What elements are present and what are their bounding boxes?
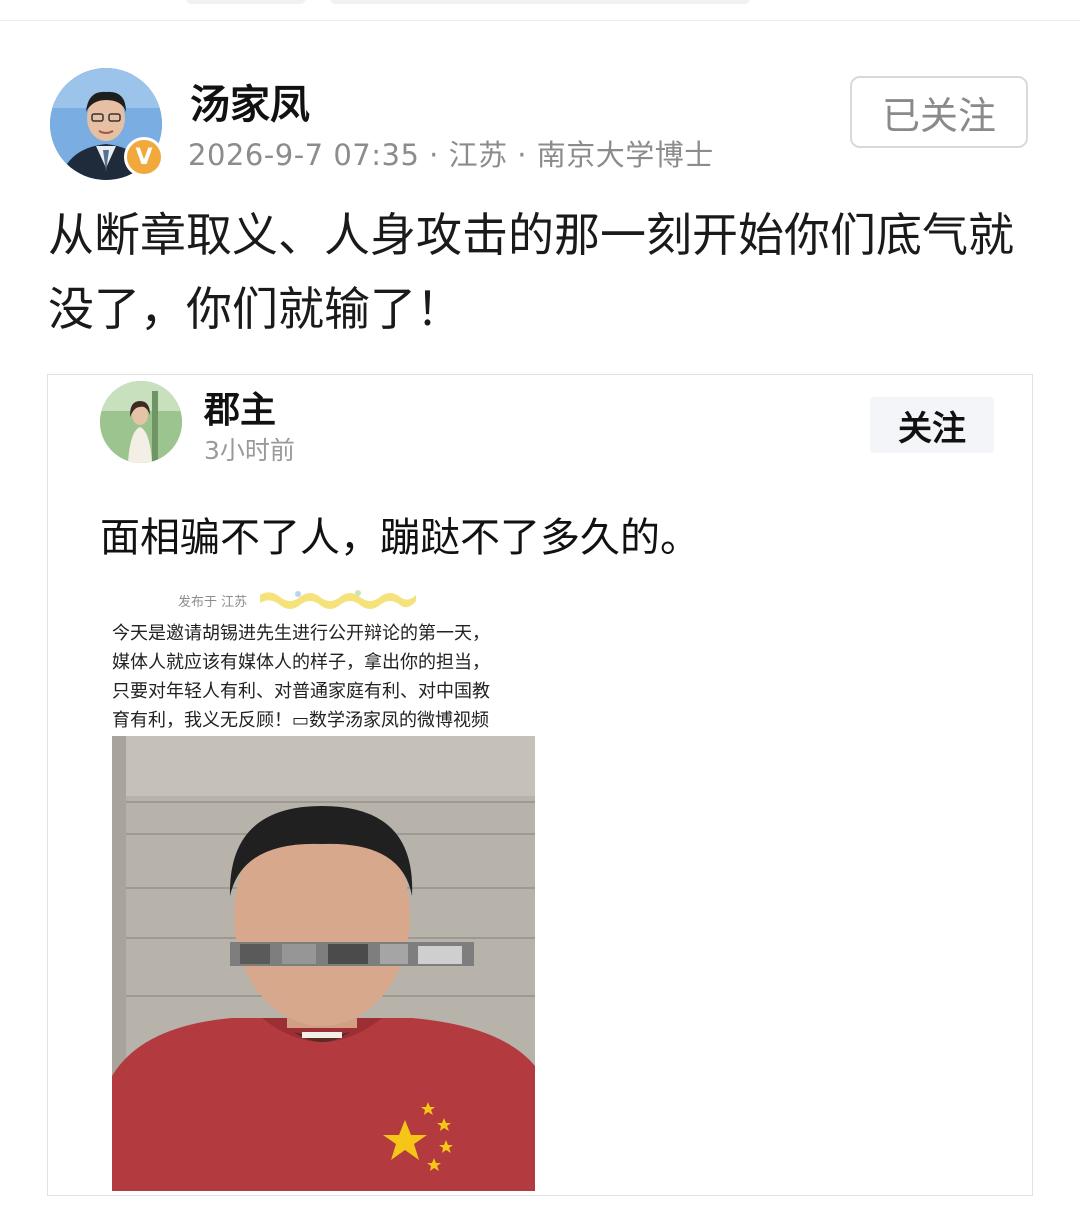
embedded-author-avatar[interactable]: [100, 381, 182, 463]
embedded-post-text: 面相骗不了人，蹦跶不了多久的。: [100, 515, 700, 561]
post-meta: 2026-9-7 07:35 · 江苏 · 南京大学博士: [188, 138, 714, 172]
verified-badge-icon: V: [124, 137, 164, 177]
follow-button[interactable]: 关注: [870, 397, 994, 453]
following-button[interactable]: 已关注: [850, 76, 1028, 148]
author-name[interactable]: 汤家凤: [190, 72, 310, 130]
embedded-author-name[interactable]: 郡主: [204, 381, 276, 433]
status-bar-edge: [0, 0, 1080, 21]
screenshot-line: 今天是邀请胡锡进先生进行公开辩论的第一天，: [112, 623, 490, 644]
screenshot-line: 只要对年轻人有利、对普通家庭有利、对中国教: [112, 681, 490, 702]
sticker-decoration: [260, 590, 416, 609]
top-tab-hint: [186, 0, 306, 4]
embedded-post-card[interactable]: 郡主 3小时前 关注 面相骗不了人，蹦跶不了多久的。 发布于 江苏 今天是邀请胡…: [47, 374, 1033, 1196]
screenshot-published-location: 发布于 江苏: [178, 595, 248, 610]
embedded-post-time: 3小时前: [204, 436, 295, 465]
post-text: 从断章取义、人身攻击的那一刻开始你们底气就没了，你们就输了！: [48, 208, 1014, 336]
video-thumbnail[interactable]: [112, 736, 535, 1191]
top-search-hint: [330, 0, 750, 4]
screenshot-line: 育有利，我义无反顾！▭数学汤家凤的微博视频: [112, 710, 490, 731]
screenshot-line: 媒体人就应该有媒体人的样子，拿出你的担当，: [112, 652, 490, 673]
screenshot-caption: 今天是邀请胡锡进先生进行公开辩论的第一天， 媒体人就应该有媒体人的样子，拿出你的…: [112, 619, 532, 735]
